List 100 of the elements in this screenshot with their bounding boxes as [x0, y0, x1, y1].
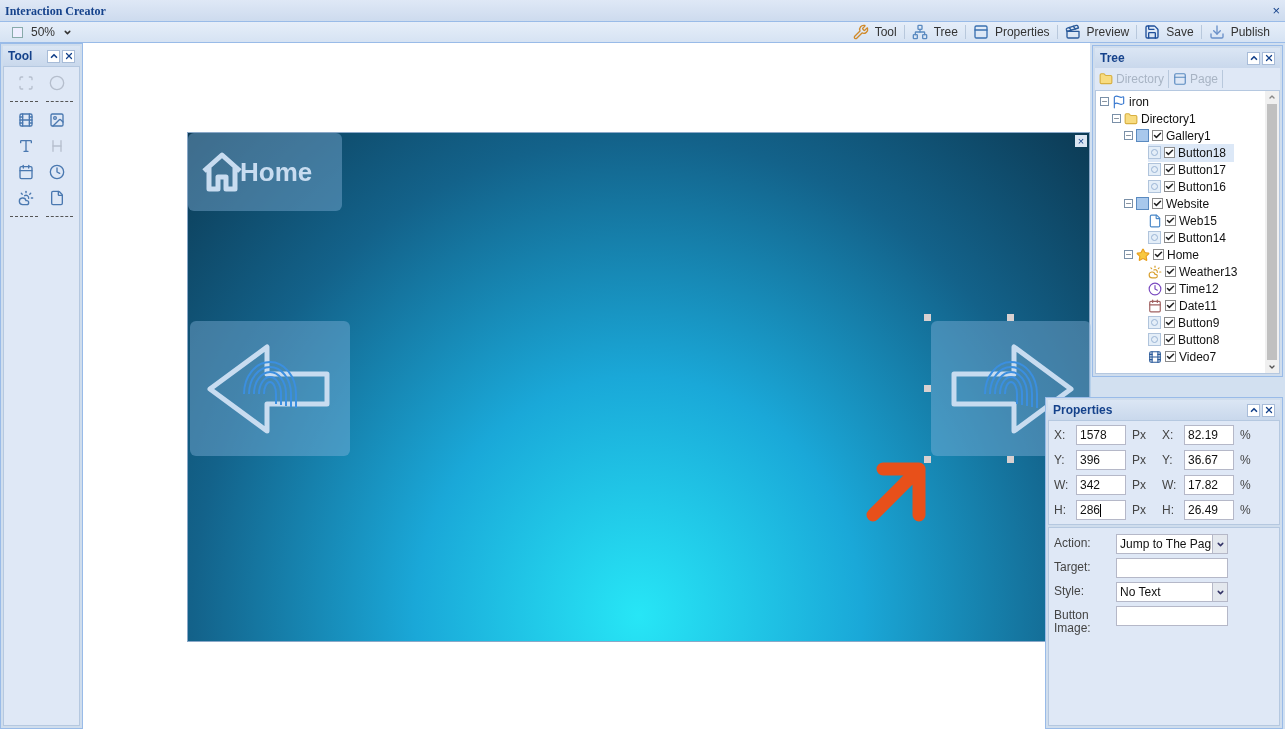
collapse-toggle[interactable]: [1124, 131, 1133, 140]
unit-label: %: [1240, 477, 1251, 494]
scrollbar[interactable]: [1265, 91, 1279, 373]
collapse-toggle[interactable]: [1124, 250, 1133, 259]
tree-item[interactable]: Gallery1: [1136, 126, 1219, 145]
tree-item[interactable]: iron: [1112, 92, 1157, 111]
window-title: Interaction Creator: [5, 2, 106, 20]
close-button[interactable]: [62, 49, 75, 63]
page-icon[interactable]: [49, 190, 66, 206]
tree-item[interactable]: Button17: [1148, 160, 1235, 179]
toolbar-button[interactable]: Properties: [969, 23, 1053, 41]
checkbox[interactable]: [1164, 232, 1175, 243]
zoom-dropdown[interactable]: 50%: [12, 23, 73, 41]
text-icon[interactable]: [17, 138, 34, 154]
wrench-icon: [852, 24, 869, 40]
calendar-icon[interactable]: [17, 164, 34, 180]
collapse-toggle[interactable]: [1112, 114, 1121, 123]
back-arrow-button[interactable]: [190, 321, 350, 456]
checkbox[interactable]: [1164, 181, 1175, 192]
tree-item[interactable]: Web15: [1148, 211, 1225, 230]
checkbox[interactable]: [1152, 130, 1163, 141]
close-button[interactable]: [1262, 403, 1275, 417]
input-field[interactable]: 396: [1076, 450, 1126, 470]
close-button[interactable]: ×: [1075, 135, 1087, 147]
checkbox[interactable]: [1165, 266, 1176, 277]
film-icon: [1148, 349, 1162, 364]
button-icon: [1148, 333, 1161, 346]
film-icon[interactable]: [17, 112, 34, 128]
unit-label: %: [1240, 502, 1251, 519]
field-label: W:: [1054, 477, 1070, 494]
input-field[interactable]: 342: [1076, 475, 1126, 495]
collapse-toggle[interactable]: [1124, 199, 1133, 208]
tree-item[interactable]: Date11: [1148, 296, 1225, 315]
dropdown[interactable]: Jump to The Pag: [1116, 534, 1228, 554]
tree-item[interactable]: Button18: [1148, 143, 1235, 162]
resize-handle[interactable]: [924, 456, 931, 463]
close-icon: [1263, 405, 1274, 415]
minus-icon: [1125, 132, 1132, 139]
tree-item[interactable]: Button8: [1148, 330, 1228, 349]
checkbox[interactable]: [1165, 351, 1176, 362]
resize-handle[interactable]: [1007, 314, 1014, 321]
checkbox[interactable]: [1164, 147, 1175, 158]
clock-icon[interactable]: [49, 164, 66, 180]
toolbar-button[interactable]: Save: [1141, 23, 1197, 41]
tree-item[interactable]: Home: [1136, 245, 1207, 264]
toolbar-button[interactable]: Publish: [1205, 23, 1273, 41]
unit-label: %: [1240, 452, 1251, 469]
checkbox[interactable]: [1164, 317, 1175, 328]
field-label: X:: [1162, 427, 1175, 444]
field-label: Target:: [1054, 559, 1092, 574]
weather-icon[interactable]: [17, 190, 34, 206]
resize-handle[interactable]: [924, 385, 931, 392]
input-field[interactable]: 286: [1076, 500, 1126, 520]
input-field[interactable]: [1116, 558, 1228, 578]
close-icon: [63, 51, 74, 61]
input-field[interactable]: 26.49: [1184, 500, 1234, 520]
caret-icon: [48, 51, 59, 61]
checkbox[interactable]: [1165, 215, 1176, 226]
toolbar-button[interactable]: Tree: [908, 23, 961, 41]
tree-item[interactable]: Button16: [1148, 177, 1235, 196]
field-label: Action:: [1054, 535, 1092, 550]
close-button[interactable]: ×: [1272, 4, 1280, 17]
toolbar-button[interactable]: Preview: [1061, 23, 1133, 41]
field-label: H:: [1054, 502, 1067, 519]
tree-item[interactable]: Directory1: [1124, 109, 1204, 128]
collapse-button[interactable]: [1247, 403, 1260, 417]
image-icon[interactable]: [49, 112, 66, 128]
tree-item[interactable]: Video7: [1148, 347, 1225, 366]
tree-item[interactable]: Time12: [1148, 279, 1227, 298]
toolbar-button[interactable]: Tool: [849, 23, 900, 41]
checkbox[interactable]: [1164, 334, 1175, 345]
input-field[interactable]: 17.82: [1184, 475, 1234, 495]
input-field[interactable]: [1116, 606, 1228, 626]
scroll-up-icon: [1268, 93, 1276, 101]
close-button[interactable]: [1262, 51, 1275, 65]
checkbox[interactable]: [1165, 283, 1176, 294]
unit-label: Px: [1132, 427, 1147, 444]
weather-icon: [1148, 264, 1162, 279]
scroll-down-icon: [1268, 363, 1276, 371]
panel-title: Tree: [1100, 50, 1125, 67]
button-icon: [1148, 180, 1161, 193]
input-field[interactable]: 36.67: [1184, 450, 1234, 470]
checkbox[interactable]: [1165, 300, 1176, 311]
collapse-button[interactable]: [47, 49, 60, 63]
checkbox[interactable]: [1164, 164, 1175, 175]
collapse-button[interactable]: [1247, 51, 1260, 65]
input-field[interactable]: 82.19: [1184, 425, 1234, 445]
minus-icon: [1113, 115, 1120, 122]
resize-handle[interactable]: [1007, 456, 1014, 463]
tree-item[interactable]: Website: [1136, 194, 1218, 213]
checkbox[interactable]: [1152, 198, 1163, 209]
tree-item[interactable]: Button9: [1148, 313, 1228, 332]
tree-item[interactable]: Weather13: [1148, 262, 1246, 281]
resize-handle[interactable]: [924, 314, 931, 321]
collapse-toggle[interactable]: [1100, 97, 1109, 106]
tree-item[interactable]: Button14: [1148, 228, 1235, 247]
caret-icon: [1248, 53, 1259, 63]
input-field[interactable]: 1578: [1076, 425, 1126, 445]
dropdown[interactable]: No Text: [1116, 582, 1228, 602]
checkbox[interactable]: [1153, 249, 1164, 260]
